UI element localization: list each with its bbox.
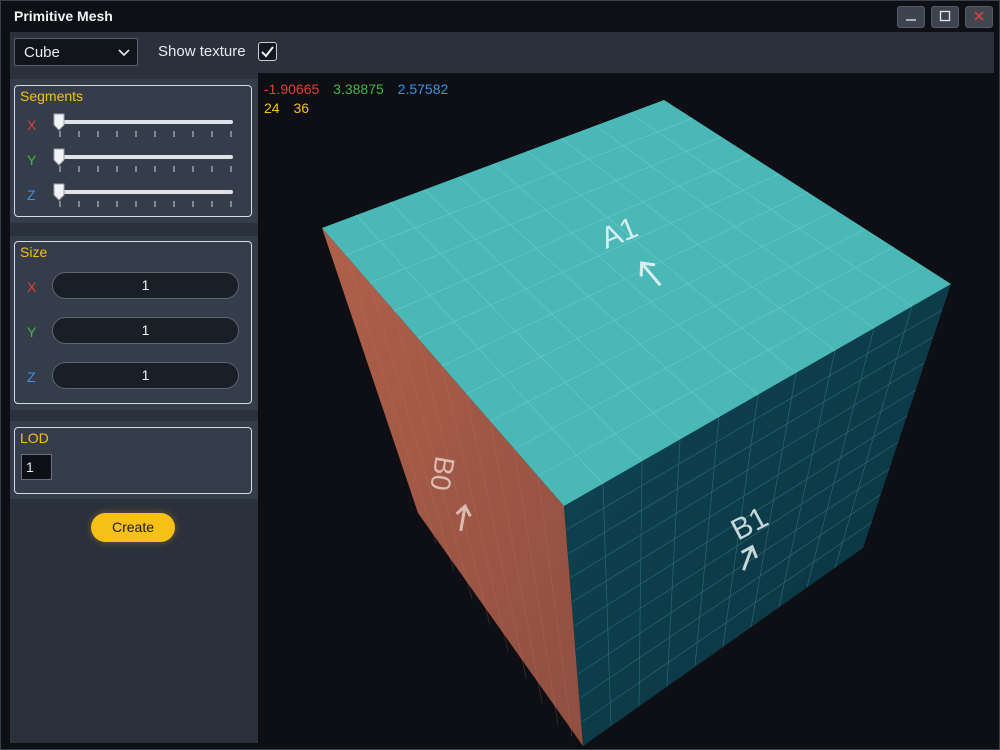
title-bar[interactable]: Primitive Mesh — [1, 1, 999, 32]
segments-y-ticks — [59, 166, 232, 172]
sidebar: Segments X Y Z Size X 1 Y 1 Z 1 LOD 1 Cr… — [10, 73, 258, 743]
minimize-icon — [905, 10, 917, 25]
maximize-button[interactable] — [931, 6, 959, 28]
toolbar: Cube Show texture — [10, 32, 994, 73]
size-panel: Size X 1 Y 1 Z 1 — [14, 241, 252, 404]
size-y-field[interactable]: 1 — [52, 317, 239, 344]
segments-x-ticks — [59, 131, 232, 137]
segments-y-slider-thumb[interactable] — [53, 148, 65, 166]
3d-viewport[interactable]: A1 B1 B0 -1.90665 3.38875 2.57582 24 36 — [258, 73, 999, 749]
size-section: Size X 1 Y 1 Z 1 — [10, 236, 258, 410]
lod-section: LOD 1 — [10, 421, 258, 499]
lod-input[interactable]: 1 — [21, 454, 52, 480]
segments-z-slider-thumb[interactable] — [53, 183, 65, 201]
segments-x-slider-thumb[interactable] — [53, 113, 65, 131]
window-title: Primitive Mesh — [14, 8, 113, 24]
size-title: Size — [20, 244, 48, 260]
size-x-field[interactable]: 1 — [52, 272, 239, 299]
segments-z-ticks — [59, 201, 232, 207]
cube-render: A1 B1 B0 — [322, 100, 951, 746]
camera-y-value: 3.38875 — [333, 81, 384, 97]
chevron-down-icon — [117, 42, 131, 62]
segments-section: Segments X Y Z — [10, 79, 258, 223]
shape-select[interactable]: Cube — [14, 38, 138, 66]
segments-z-slider[interactable] — [59, 190, 233, 194]
close-button[interactable] — [965, 6, 993, 28]
segments-panel: Segments X Y Z — [14, 85, 252, 217]
segments-title: Segments — [20, 88, 84, 104]
segments-y-label: Y — [27, 152, 37, 168]
cube-left-label: B0 — [424, 454, 460, 493]
camera-readout: -1.90665 3.38875 2.57582 24 36 — [264, 81, 458, 116]
size-y-label: Y — [27, 324, 37, 340]
shape-select-value: Cube — [24, 44, 60, 61]
primitive-mesh-window: Primitive Mesh Cube Show texture Segment… — [0, 0, 1000, 750]
checkmark-icon — [259, 46, 276, 64]
size-z-field[interactable]: 1 — [52, 362, 239, 389]
size-z-label: Z — [27, 369, 36, 385]
mesh-stat-b: 36 — [293, 100, 310, 116]
segments-y-slider[interactable] — [59, 155, 233, 159]
camera-x-value: -1.90665 — [264, 81, 320, 97]
show-texture-label: Show texture — [158, 43, 246, 60]
segments-x-label: X — [27, 117, 37, 133]
maximize-icon — [939, 10, 951, 25]
segments-z-label: Z — [27, 187, 36, 203]
mesh-stat-a: 24 — [264, 100, 280, 116]
segments-x-slider[interactable] — [59, 120, 233, 124]
lod-panel: LOD 1 — [14, 427, 252, 494]
close-icon — [973, 9, 985, 26]
lod-title: LOD — [20, 430, 49, 446]
camera-z-value: 2.57582 — [397, 81, 449, 97]
show-texture-checkbox[interactable] — [258, 42, 277, 61]
create-button[interactable]: Create — [91, 513, 175, 542]
size-x-label: X — [27, 279, 37, 295]
minimize-button[interactable] — [897, 6, 925, 28]
